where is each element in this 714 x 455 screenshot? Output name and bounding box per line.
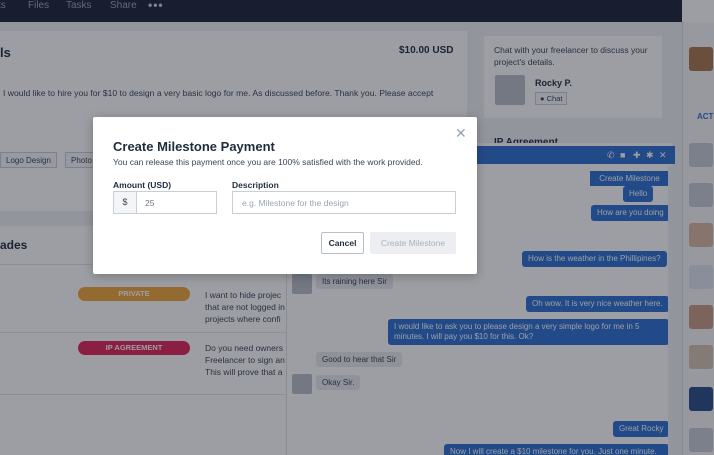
description-label: Description	[232, 180, 279, 190]
description-input[interactable]	[232, 191, 456, 214]
modal-subtitle: You can release this payment once you ar…	[113, 157, 423, 167]
amount-label: Amount (USD)	[113, 180, 172, 190]
close-icon[interactable]: ✕	[455, 125, 467, 142]
create-milestone-modal: ✕ Create Milestone Payment You can relea…	[93, 117, 477, 274]
modal-title: Create Milestone Payment	[113, 139, 275, 154]
amount-input[interactable]	[136, 191, 217, 214]
create-milestone-button[interactable]: Create Milestone	[370, 232, 456, 254]
currency-symbol: $	[113, 191, 137, 214]
cancel-button[interactable]: Cancel	[321, 232, 364, 254]
